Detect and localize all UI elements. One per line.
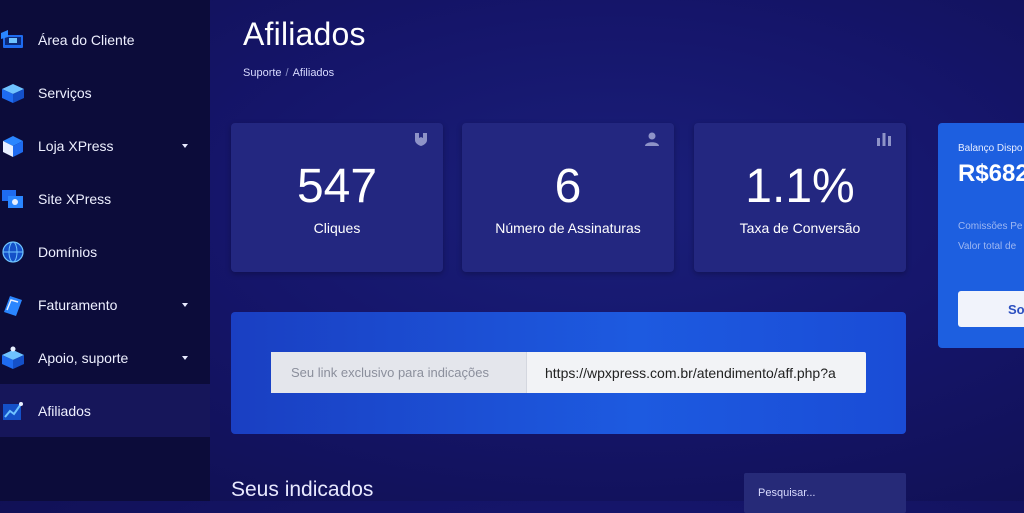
stat-card-clicks: 547 Cliques (231, 123, 443, 272)
client-area-icon (0, 27, 26, 53)
sidebar-item-dominios[interactable]: Domínios (0, 225, 210, 278)
sidebar-item-label: Domínios (38, 243, 98, 260)
stat-card-subscriptions: 6 Número de Assinaturas (462, 123, 674, 272)
support-box-icon (0, 345, 26, 371)
referral-link-group: Seu link exclusivo para indicações (271, 352, 866, 393)
sidebar-item-label: Faturamento (38, 296, 118, 313)
referral-link-panel: Seu link exclusivo para indicações (231, 312, 906, 434)
stat-value: 547 (296, 160, 378, 213)
section-title-referrals: Seus indicados (231, 478, 374, 501)
referral-link-label: Seu link exclusivo para indicações (271, 352, 527, 393)
sidebar-item-label: Apoio, suporte (38, 349, 129, 366)
invoice-icon (0, 292, 26, 318)
user-icon (644, 131, 660, 147)
sidebar-item-label: Serviços (38, 84, 92, 101)
globe-icon (0, 239, 26, 265)
bar-chart-icon (876, 131, 892, 147)
balance-card: Balanço Dispo R$682 Comissões Pe Valor t… (938, 123, 1024, 348)
stat-label: Número de Assinaturas (495, 220, 641, 236)
balance-value: R$682 (958, 160, 1024, 187)
sidebar-item-apoio-suporte[interactable]: Apoio, suporte (0, 331, 210, 384)
referral-link-input[interactable] (527, 352, 866, 393)
sidebar-item-area-do-cliente[interactable]: Área do Cliente (0, 13, 210, 66)
breadcrumb-separator: / (285, 67, 289, 79)
breadcrumb-current: Afiliados (292, 67, 335, 79)
chevron-down-icon (182, 355, 188, 360)
total-value-label: Valor total de (958, 241, 1017, 252)
withdraw-request-button[interactable]: So (958, 291, 1024, 327)
balance-label: Balanço Dispo (958, 143, 1023, 154)
sidebar-item-loja-xpress[interactable]: Loja XPress (0, 119, 210, 172)
search-input[interactable] (744, 473, 906, 513)
stat-label: Taxa de Conversão (739, 220, 861, 236)
stat-label: Cliques (313, 220, 361, 236)
store-cube-icon (0, 133, 26, 159)
chevron-down-icon (182, 143, 188, 148)
pending-commissions-label: Comissões Pe (958, 221, 1023, 232)
sidebar-item-label: Área do Cliente (38, 31, 135, 48)
shield-badge-icon (413, 131, 429, 147)
sidebar-item-servicos[interactable]: Serviços (0, 66, 210, 119)
chevron-down-icon (182, 302, 188, 307)
breadcrumb: Suporte / Afiliados (243, 67, 334, 79)
stat-card-conversion: 1.1% Taxa de Conversão (694, 123, 906, 272)
site-windows-icon (0, 186, 26, 212)
sidebar-item-site-xpress[interactable]: Site XPress (0, 172, 210, 225)
sidebar-item-afiliados[interactable]: Afiliados (0, 384, 210, 437)
sidebar: Área do Cliente Serviços Loja XPress Sit… (0, 0, 210, 501)
affiliate-chart-icon (0, 398, 26, 424)
stat-value: 1.1% (745, 160, 855, 213)
stat-value: 6 (554, 160, 582, 213)
breadcrumb-link-suporte[interactable]: Suporte (243, 67, 282, 79)
services-box-icon (0, 80, 26, 106)
sidebar-item-label: Afiliados (38, 402, 91, 419)
sidebar-item-faturamento[interactable]: Faturamento (0, 278, 210, 331)
sidebar-item-label: Site XPress (38, 190, 112, 207)
page-title: Afiliados (243, 16, 366, 52)
sidebar-item-label: Loja XPress (38, 137, 114, 154)
